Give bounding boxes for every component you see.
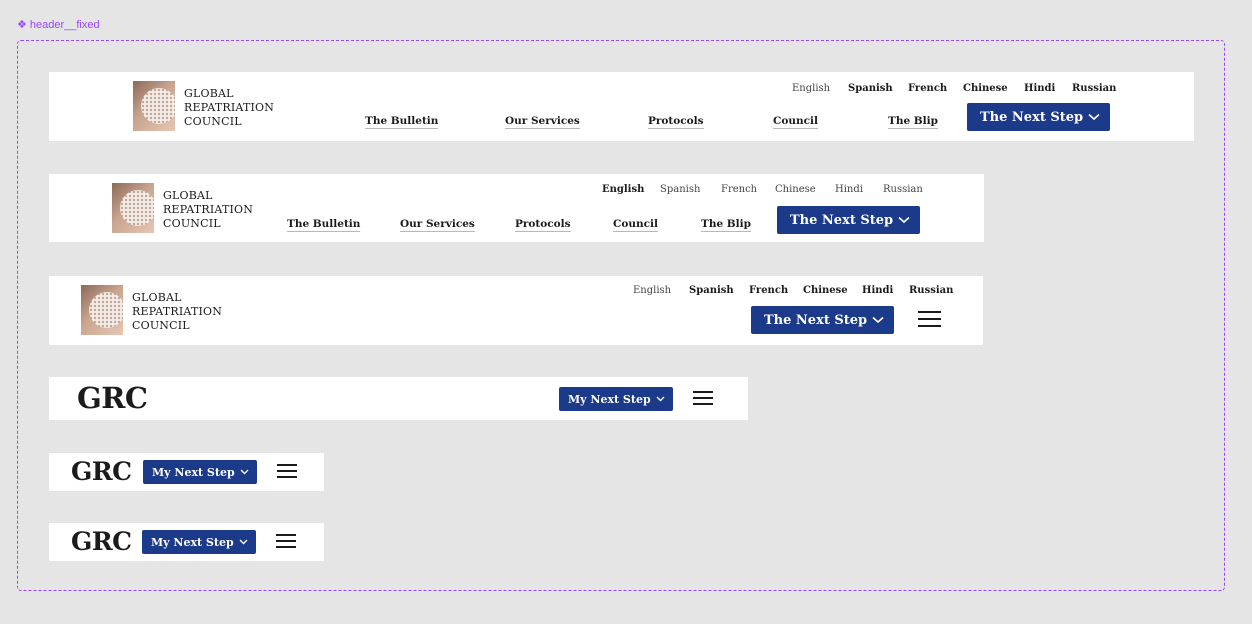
nav-our-services[interactable]: Our Services [400, 218, 475, 232]
lang-chinese[interactable]: Chinese [803, 285, 848, 296]
component-icon: ❖ [17, 19, 27, 31]
frame-label: ❖ header__fixed [17, 19, 100, 31]
nav-the-blip[interactable]: The Blip [888, 115, 938, 129]
lang-spanish[interactable]: Spanish [848, 83, 893, 94]
lang-russian[interactable]: Russian [883, 184, 923, 195]
logo-wordmark[interactable]: GLOBAL REPATRIATION COUNCIL [163, 189, 253, 231]
next-step-button[interactable]: The Next Step [777, 206, 920, 234]
my-next-step-button[interactable]: My Next Step [142, 530, 256, 554]
nav-the-bulletin[interactable]: The Bulletin [365, 115, 439, 129]
nav-council[interactable]: Council [773, 115, 818, 129]
header-mobile: GRC My Next Step [49, 453, 324, 491]
logo-globe-image[interactable] [81, 285, 123, 335]
lang-russian[interactable]: Russian [1072, 83, 1116, 94]
nav-council[interactable]: Council [613, 218, 658, 232]
lang-hindi[interactable]: Hindi [835, 184, 863, 195]
header-mobile-wide: GRC My Next Step [49, 377, 748, 420]
nav-protocols[interactable]: Protocols [515, 218, 571, 232]
logo-short[interactable]: GRC [71, 527, 132, 556]
chevron-down-icon [898, 216, 910, 224]
lang-french[interactable]: French [908, 83, 947, 94]
header-desktop-xl: GLOBAL REPATRIATION COUNCIL English Spanis… [49, 72, 1194, 141]
lang-french[interactable]: French [721, 184, 757, 195]
logo-wordmark[interactable]: GLOBAL REPATRIATION COUNCIL [132, 291, 222, 333]
nav-protocols[interactable]: Protocols [648, 115, 704, 129]
lang-english[interactable]: English [602, 184, 644, 195]
lang-french[interactable]: French [749, 285, 788, 296]
logo-short[interactable]: GRC [71, 457, 132, 486]
hamburger-menu-icon[interactable] [693, 391, 713, 407]
logo-wordmark[interactable]: GLOBAL REPATRIATION COUNCIL [184, 87, 274, 129]
lang-english[interactable]: English [633, 285, 671, 296]
chevron-down-icon [656, 396, 665, 402]
next-step-button[interactable]: The Next Step [751, 306, 894, 334]
chevron-down-icon [239, 539, 248, 545]
nav-the-blip[interactable]: The Blip [701, 218, 751, 232]
hamburger-menu-icon[interactable] [276, 534, 296, 550]
hamburger-menu-icon[interactable] [277, 464, 297, 480]
my-next-step-button[interactable]: My Next Step [143, 460, 257, 484]
next-step-button[interactable]: The Next Step [967, 103, 1110, 131]
nav-our-services[interactable]: Our Services [505, 115, 580, 129]
lang-russian[interactable]: Russian [909, 285, 953, 296]
header-tablet: GLOBAL REPATRIATION COUNCIL English Spanis… [49, 276, 983, 345]
lang-english[interactable]: English [792, 83, 830, 94]
lang-spanish[interactable]: Spanish [689, 285, 734, 296]
logo-globe-image[interactable] [133, 81, 175, 131]
lang-hindi[interactable]: Hindi [1024, 83, 1055, 94]
header-mobile-small: GRC My Next Step [49, 523, 324, 561]
my-next-step-button[interactable]: My Next Step [559, 387, 673, 411]
logo-globe-image[interactable] [112, 183, 154, 233]
chevron-down-icon [872, 316, 884, 324]
hamburger-menu-icon[interactable] [918, 311, 941, 328]
lang-spanish[interactable]: Spanish [660, 184, 700, 195]
logo-short[interactable]: GRC [77, 381, 148, 415]
nav-the-bulletin[interactable]: The Bulletin [287, 218, 361, 232]
lang-chinese[interactable]: Chinese [775, 184, 816, 195]
header-desktop: GLOBAL REPATRIATION COUNCIL English Spanis… [49, 174, 984, 242]
chevron-down-icon [240, 469, 249, 475]
chevron-down-icon [1088, 113, 1100, 121]
lang-chinese[interactable]: Chinese [963, 83, 1008, 94]
lang-hindi[interactable]: Hindi [862, 285, 893, 296]
